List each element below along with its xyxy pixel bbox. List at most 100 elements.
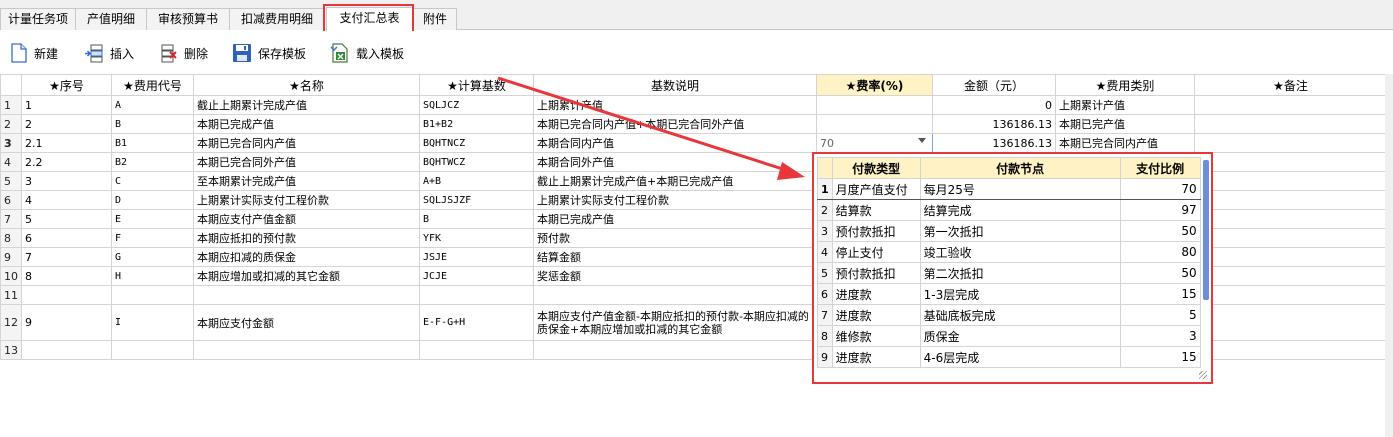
tab-output-detail[interactable]: 产值明细 <box>75 8 147 30</box>
popup-table-row[interactable]: 6 进度款 1-3层完成 15 <box>817 283 1201 305</box>
cell-code[interactable]: B1 <box>111 133 194 153</box>
tab-attachments[interactable]: 附件 <box>413 8 457 30</box>
cell-name[interactable]: 本期应支付产值金额 <box>193 209 420 229</box>
cell-amount[interactable]: 136186.13 <box>932 114 1056 134</box>
cell-seq[interactable]: 6 <box>21 228 112 248</box>
cell-category[interactable]: 上期累计产值 <box>1055 95 1195 115</box>
table-row[interactable]: 2 2 B 本期已完成产值 B1+B2 本期已完合同内产值+本期已完合同外产值 136186… <box>0 114 1387 134</box>
cell-code[interactable]: G <box>111 247 194 267</box>
cell-name[interactable]: 上期累计实际支付工程价款 <box>193 190 420 210</box>
popup-cell-payment-ratio[interactable]: 3 <box>1119 325 1201 347</box>
cell-base[interactable]: JSJE <box>419 247 534 267</box>
popup-cell-payment-ratio[interactable]: 50 <box>1119 220 1201 242</box>
cell-code[interactable]: E <box>111 209 194 229</box>
row-number[interactable]: 5 <box>0 171 22 191</box>
cell-base[interactable]: A+B <box>419 171 534 191</box>
cell-note[interactable] <box>1194 152 1387 172</box>
cell-base[interactable]: SQLJCZ <box>419 95 534 115</box>
cell-desc[interactable]: 本期已完成产值 <box>533 209 817 229</box>
cell-code[interactable]: I <box>111 304 194 341</box>
row-number[interactable]: 8 <box>0 228 22 248</box>
header-calc-base[interactable]: ★计算基数 <box>419 74 534 96</box>
popup-cell-payment-node[interactable]: 4-6层完成 <box>919 346 1121 368</box>
cell-desc[interactable]: 本期合同内产值 <box>533 133 817 153</box>
popup-cell-payment-node[interactable]: 竣工验收 <box>919 241 1121 263</box>
row-number[interactable]: 9 <box>0 247 22 267</box>
save-template-button[interactable]: 保存模板 <box>232 40 306 66</box>
popup-scrollbar-thumb[interactable] <box>1203 160 1209 300</box>
cell-code[interactable]: D <box>111 190 194 210</box>
cell-desc[interactable]: 截止上期累计完成产值+本期已完成产值 <box>533 171 817 191</box>
row-number[interactable]: 10 <box>0 266 22 286</box>
cell-base[interactable]: B <box>419 209 534 229</box>
cell-name[interactable] <box>193 340 420 360</box>
cell-name[interactable] <box>193 285 420 305</box>
header-rate[interactable]: ★费率(%) <box>816 74 933 96</box>
cell-desc[interactable]: 本期应支付产值金额-本期应抵扣的预付款-本期应扣减的质保金+本期应增加或扣减的其… <box>533 304 817 341</box>
popup-table-row[interactable]: 2 结算款 结算完成 97 <box>817 199 1201 221</box>
popup-cell-payment-node[interactable]: 第一次抵扣 <box>919 220 1121 242</box>
cell-desc[interactable]: 本期已完合同内产值+本期已完合同外产值 <box>533 114 817 134</box>
resize-grip-icon[interactable] <box>1199 371 1207 379</box>
row-number[interactable]: 3 <box>0 133 22 153</box>
popup-cell-payment-node[interactable]: 基础底板完成 <box>919 304 1121 326</box>
cell-name[interactable]: 本期应抵扣的预付款 <box>193 228 420 248</box>
header-base-desc[interactable]: 基数说明 <box>533 74 817 96</box>
cell-name[interactable]: 本期应增加或扣减的其它金额 <box>193 266 420 286</box>
cell-rate[interactable] <box>816 95 933 115</box>
cell-seq[interactable]: 2.2 <box>21 152 112 172</box>
cell-desc[interactable]: 上期累计实际支付工程价款 <box>533 190 817 210</box>
cell-note[interactable] <box>1194 340 1387 360</box>
popup-cell-payment-ratio[interactable]: 97 <box>1119 199 1201 221</box>
payment-ratio-dropdown-panel[interactable]: 付款类型 付款节点 支付比例 1 月度产值支付 每月25号 70 2 结算款 结算完成 97 3… <box>812 152 1213 384</box>
tab-measure-tasks[interactable]: 计量任务项 <box>0 8 76 30</box>
popup-table-row[interactable]: 8 维修款 质保金 3 <box>817 325 1201 347</box>
tab-audit-budget[interactable]: 审核预算书 <box>146 8 230 30</box>
cell-note[interactable] <box>1194 95 1387 115</box>
cell-code[interactable]: A <box>111 95 194 115</box>
popup-row-number[interactable]: 1 <box>817 178 833 200</box>
delete-button[interactable]: 删除 <box>160 40 208 66</box>
header-amount[interactable]: 金额（元） <box>932 74 1056 96</box>
header-name[interactable]: ★名称 <box>193 74 420 96</box>
popup-cell-payment-ratio[interactable]: 5 <box>1119 304 1201 326</box>
cell-category[interactable]: 本期已完合同内产值 <box>1055 133 1195 153</box>
popup-table-row[interactable]: 9 进度款 4-6层完成 15 <box>817 346 1201 368</box>
popup-cell-payment-node[interactable]: 结算完成 <box>919 199 1121 221</box>
cell-note[interactable] <box>1194 247 1387 267</box>
cell-base[interactable]: E-F-G+H <box>419 304 534 341</box>
row-number[interactable]: 6 <box>0 190 22 210</box>
cell-name[interactable]: 本期已完合同外产值 <box>193 152 420 172</box>
cell-name[interactable]: 本期已完合同内产值 <box>193 133 420 153</box>
popup-table-row[interactable]: 7 进度款 基础底板完成 5 <box>817 304 1201 326</box>
popup-table-row[interactable]: 3 预付款抵扣 第一次抵扣 50 <box>817 220 1201 242</box>
row-number[interactable]: 12 <box>0 304 22 341</box>
popup-row-number[interactable]: 7 <box>817 304 833 326</box>
row-number[interactable]: 4 <box>0 152 22 172</box>
vertical-scrollbar[interactable] <box>1385 74 1393 437</box>
cell-note[interactable] <box>1194 171 1387 191</box>
load-template-button[interactable]: 载入模板 <box>330 40 404 66</box>
popup-cell-payment-type[interactable]: 进度款 <box>831 304 921 326</box>
popup-cell-payment-node[interactable]: 每月25号 <box>919 178 1121 200</box>
popup-cell-payment-type[interactable]: 维修款 <box>831 325 921 347</box>
cell-base[interactable]: JCJE <box>419 266 534 286</box>
popup-table-row[interactable]: 4 停止支付 竣工验收 80 <box>817 241 1201 263</box>
row-number[interactable]: 1 <box>0 95 22 115</box>
popup-header-payment-ratio[interactable]: 支付比例 <box>1119 157 1201 179</box>
cell-base[interactable]: YFK <box>419 228 534 248</box>
cell-seq[interactable]: 2.1 <box>21 133 112 153</box>
popup-cell-payment-type[interactable]: 月度产值支付 <box>831 178 921 200</box>
cell-seq[interactable]: 5 <box>21 209 112 229</box>
new-button[interactable]: 新建 <box>10 40 58 66</box>
cell-note[interactable] <box>1194 304 1387 341</box>
header-seq[interactable]: ★序号 <box>21 74 112 96</box>
cell-desc[interactable]: 预付款 <box>533 228 817 248</box>
popup-header-payment-node[interactable]: 付款节点 <box>919 157 1121 179</box>
cell-note[interactable] <box>1194 228 1387 248</box>
popup-cell-payment-node[interactable]: 质保金 <box>919 325 1121 347</box>
cell-code[interactable]: B <box>111 114 194 134</box>
cell-name[interactable]: 至本期累计完成产值 <box>193 171 420 191</box>
cell-desc[interactable]: 本期合同外产值 <box>533 152 817 172</box>
cell-seq[interactable]: 4 <box>21 190 112 210</box>
